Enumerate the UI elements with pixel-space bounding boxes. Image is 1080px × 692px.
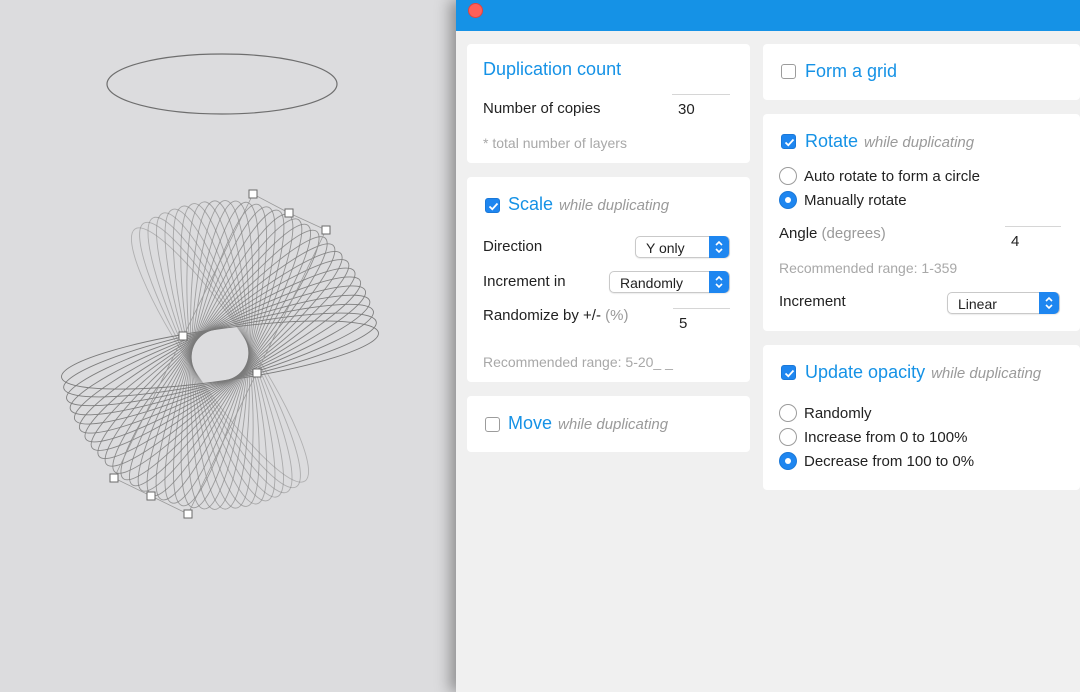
opacity-checkbox[interactable] bbox=[781, 365, 796, 380]
randomize-unit: (%) bbox=[605, 307, 629, 324]
scale-subtitle: while duplicating bbox=[559, 197, 670, 214]
resize-handle[interactable] bbox=[178, 331, 188, 341]
duplicate-ellipse bbox=[73, 285, 367, 425]
duplicate-ellipse bbox=[97, 251, 343, 459]
angle-label-text: Angle bbox=[779, 225, 818, 242]
duplicate-ellipse bbox=[146, 213, 294, 497]
grid-card: Form a grid bbox=[763, 44, 1080, 100]
scale-checkbox[interactable] bbox=[485, 198, 500, 213]
opacity-random-label[interactable]: Randomly bbox=[804, 405, 872, 422]
select-arrows-icon bbox=[709, 271, 729, 293]
duplicate-ellipse bbox=[156, 212, 284, 498]
grid-title: Form a grid bbox=[805, 61, 898, 81]
duplicate-ellipse bbox=[84, 267, 356, 443]
resize-handle[interactable] bbox=[248, 189, 258, 199]
window-titlebar bbox=[456, 0, 1080, 31]
opacity-title-text: Update opacity bbox=[805, 362, 926, 382]
scale-card: Scale while duplicating Direction Y only … bbox=[467, 177, 750, 382]
select-arrows-icon bbox=[1039, 292, 1059, 314]
move-card: Move while duplicating bbox=[467, 396, 750, 452]
move-title-text: Move bbox=[508, 413, 553, 433]
opacity-card: Update opacity while duplicating Randomly… bbox=[763, 345, 1080, 490]
grid-checkbox[interactable] bbox=[781, 64, 796, 79]
angle-input[interactable] bbox=[1005, 226, 1061, 250]
duplicated-ellipses bbox=[61, 200, 379, 510]
checkmark-icon bbox=[784, 138, 795, 147]
duplicate-ellipse bbox=[63, 312, 377, 398]
copies-note: * total number of layers bbox=[483, 135, 627, 151]
scale-range-hint: Recommended range: 5-20_ _ bbox=[483, 354, 673, 370]
copies-label: Number of copies bbox=[483, 100, 601, 117]
canvas-artwork bbox=[61, 53, 379, 519]
checkmark-icon bbox=[784, 369, 795, 378]
randomize-label: Randomize by +/- (%) bbox=[483, 307, 628, 324]
resize-handle[interactable] bbox=[252, 368, 262, 378]
scale-title: Scale while duplicating bbox=[508, 194, 669, 215]
resize-handle[interactable] bbox=[321, 225, 331, 235]
duplication-count-title: Duplication count bbox=[483, 59, 622, 79]
opacity-increase-label[interactable]: Increase from 0 to 100% bbox=[804, 429, 967, 446]
move-title: Move while duplicating bbox=[508, 413, 668, 434]
opacity-decrease-radio[interactable] bbox=[779, 452, 797, 470]
duplication-count-card: Duplication count Number of copies * tot… bbox=[467, 44, 750, 163]
opacity-subtitle: while duplicating bbox=[931, 365, 1042, 382]
resize-handle[interactable] bbox=[183, 509, 193, 519]
duplicate-ellipse bbox=[147, 216, 293, 494]
manual-rotate-label[interactable]: Manually rotate bbox=[804, 192, 907, 209]
move-checkbox[interactable] bbox=[485, 417, 500, 432]
duplicate-ellipse bbox=[69, 294, 371, 416]
duplicate-ellipse bbox=[155, 209, 285, 501]
auto-rotate-radio[interactable] bbox=[779, 167, 797, 185]
rotate-checkbox[interactable] bbox=[781, 134, 796, 149]
copies-input[interactable] bbox=[672, 94, 730, 118]
opacity-increase-radio[interactable] bbox=[779, 428, 797, 446]
direction-select-value: Y only bbox=[646, 240, 685, 256]
increment-in-select-value: Randomly bbox=[620, 275, 684, 291]
randomize-input[interactable] bbox=[673, 308, 730, 332]
increment-in-label: Increment in bbox=[483, 273, 566, 290]
rotate-title: Rotate while duplicating bbox=[805, 131, 974, 152]
duplicator-plugin-window: Duplication count Number of copies * tot… bbox=[456, 0, 1080, 692]
resize-handle[interactable] bbox=[284, 208, 294, 218]
opacity-decrease-label[interactable]: Decrease from 100 to 0% bbox=[804, 453, 974, 470]
opacity-title: Update opacity while duplicating bbox=[805, 362, 1041, 383]
rotate-subtitle: while duplicating bbox=[864, 134, 975, 151]
select-arrows-icon bbox=[709, 236, 729, 258]
duplicate-ellipse bbox=[164, 208, 276, 502]
rotate-increment-select[interactable]: Linear bbox=[947, 292, 1060, 314]
auto-rotate-label[interactable]: Auto rotate to form a circle bbox=[804, 168, 980, 185]
bounding-box-edge bbox=[113, 477, 152, 497]
increment-in-select[interactable]: Randomly bbox=[609, 271, 730, 293]
rotate-title-text: Rotate bbox=[805, 131, 859, 151]
duplicate-ellipse bbox=[104, 243, 336, 467]
rotate-increment-select-value: Linear bbox=[958, 296, 997, 312]
direction-select[interactable]: Y only bbox=[635, 236, 730, 258]
design-canvas[interactable] bbox=[0, 0, 456, 692]
checkmark-icon bbox=[488, 202, 499, 211]
close-icon[interactable] bbox=[468, 3, 483, 18]
angle-label: Angle (degrees) bbox=[779, 225, 886, 242]
rotate-increment-label: Increment bbox=[779, 293, 846, 310]
manual-rotate-radio[interactable] bbox=[779, 191, 797, 209]
opacity-random-radio[interactable] bbox=[779, 404, 797, 422]
source-ellipse[interactable] bbox=[106, 53, 338, 115]
rotate-range-hint: Recommended range: 1-359 bbox=[779, 260, 958, 276]
resize-handle[interactable] bbox=[146, 491, 156, 501]
angle-unit: (degrees) bbox=[821, 225, 886, 242]
rotate-card: Rotate while duplicating Auto rotate to f… bbox=[763, 114, 1080, 331]
randomize-label-text: Randomize by +/- bbox=[483, 307, 601, 324]
direction-label: Direction bbox=[483, 238, 543, 255]
resize-handle[interactable] bbox=[109, 473, 119, 483]
move-subtitle: while duplicating bbox=[558, 416, 669, 433]
scale-title-text: Scale bbox=[508, 194, 554, 214]
